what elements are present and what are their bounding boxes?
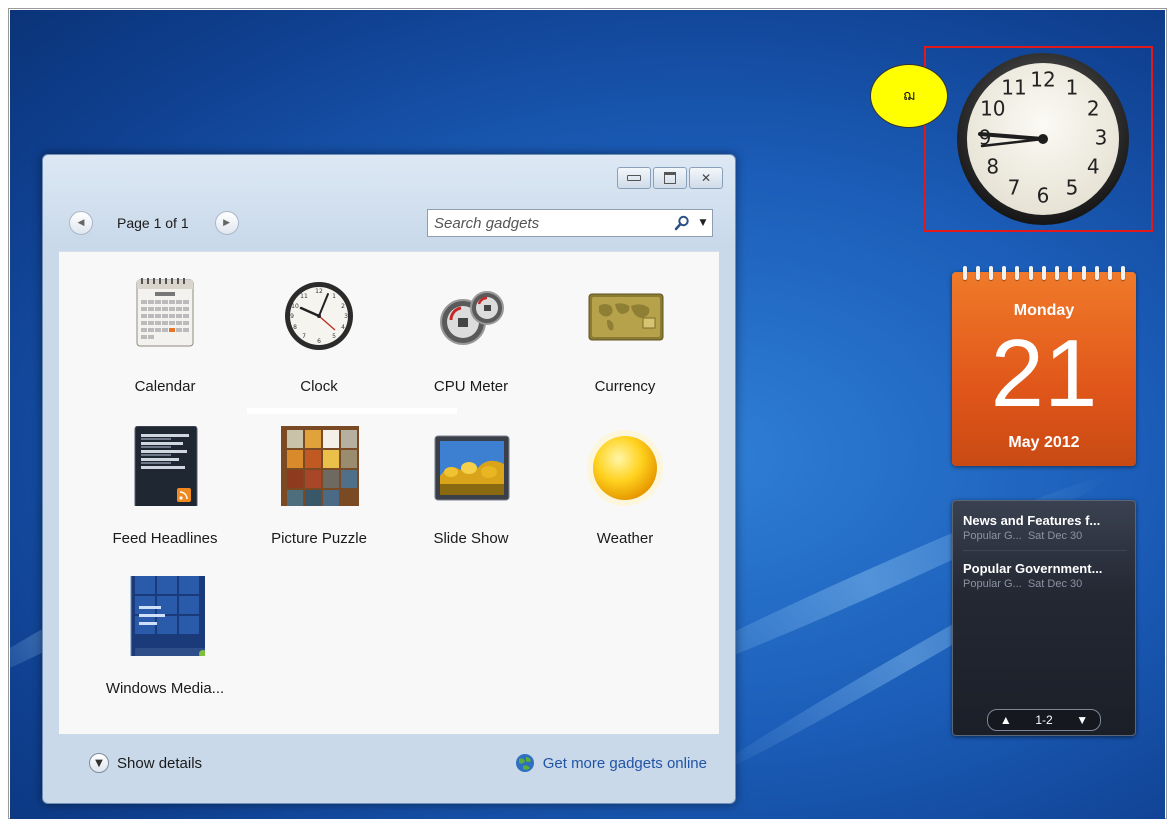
gallery-toolbar: ◀ Page 1 of 1 ▶ ▼ <box>59 203 717 243</box>
svg-text:11: 11 <box>300 293 308 300</box>
svg-text:1: 1 <box>332 293 336 300</box>
gadget-tile-picture-puzzle[interactable]: Picture Puzzle <box>249 424 389 556</box>
svg-text:12: 12 <box>315 288 323 295</box>
weather-icon <box>585 426 665 506</box>
feed-item-meta: Popular G... Sat Dec 30 <box>963 530 1083 542</box>
clock-numeral: 8 <box>986 155 999 179</box>
clock-numeral: 3 <box>1095 126 1108 150</box>
close-icon: ✕ <box>700 171 712 185</box>
minimize-button[interactable] <box>617 167 651 189</box>
gadget-label: CPU Meter <box>433 378 509 395</box>
svg-text:9: 9 <box>290 313 294 320</box>
gadget-tile-feed-headlines[interactable]: Feed Headlines <box>95 425 235 556</box>
gadget-label: Clock <box>300 378 338 395</box>
arrow-left-icon: ◀ <box>77 218 85 228</box>
minimize-icon <box>627 175 641 181</box>
gadget-label: Calendar <box>134 378 196 395</box>
gadget-tile-clock[interactable]: 12 1 2 3 4 5 6 7 8 9 10 11 Clock <box>249 274 389 404</box>
next-page-button[interactable]: ▶ <box>214 211 239 235</box>
maximize-button[interactable] <box>653 167 687 189</box>
gadget-gallery-window: ✕ ◀ Page 1 of 1 ▶ ▼ <box>42 154 736 804</box>
feed-headlines-icon <box>125 425 205 509</box>
gadget-tile-currency[interactable]: Currency <box>555 274 695 404</box>
calendar-date: 21 <box>990 320 1098 427</box>
clock-numeral: 11 <box>1001 75 1026 99</box>
feed-item[interactable]: News and Features f... Popular G... Sat … <box>963 513 1131 542</box>
annotation-marker: ฌ <box>870 64 948 128</box>
clock-numeral: 7 <box>1008 176 1021 200</box>
svg-text:10: 10 <box>291 303 299 310</box>
feed-pager: ▲ 1-2 ▼ <box>987 709 1101 731</box>
feed-item-title: News and Features f... <box>963 513 1101 528</box>
cpu-meter-icon <box>431 274 511 354</box>
gadget-label: Feed Headlines <box>112 530 218 547</box>
close-button[interactable]: ✕ <box>689 167 723 189</box>
search-icon[interactable] <box>670 211 694 235</box>
gadget-label: Picture Puzzle <box>271 530 367 547</box>
show-details-label: Show details <box>117 754 203 772</box>
clock-face: 12 1234567891011 <box>957 53 1129 225</box>
clock-numeral: 2 <box>1087 97 1100 121</box>
get-more-gadgets-label: Get more gadgets online <box>542 754 707 772</box>
clock-numeral: 12 <box>1030 68 1055 92</box>
gadget-label: Slide Show <box>433 530 509 547</box>
gallery-footer: ▼ Show details Get more gadgets online <box>59 735 719 795</box>
slide-show-icon <box>431 426 511 506</box>
clock-gadget[interactable]: 12 1 2 3 4 5 6 7 8 9 10 11 <box>948 50 1138 228</box>
chevron-down-icon: ▼ <box>89 753 109 773</box>
maximize-icon <box>664 172 676 184</box>
clock-numeral: 4 <box>1087 155 1100 179</box>
show-details-button[interactable]: ▼ Show details <box>89 753 202 773</box>
svg-text:4: 4 <box>341 324 345 331</box>
calendar-rings <box>952 266 1136 282</box>
windows-media-icon <box>125 571 222 665</box>
calendar-day: Monday <box>1013 302 1075 319</box>
chevron-down-icon[interactable]: ▼ <box>694 211 712 235</box>
picture-puzzle-icon <box>279 424 365 512</box>
search-box: ▼ <box>427 209 713 237</box>
svg-text:7: 7 <box>302 333 306 340</box>
feed-page-label: 1-2 <box>1035 713 1053 727</box>
get-more-gadgets-link[interactable]: Get more gadgets online <box>515 753 707 773</box>
arrow-right-icon: ▶ <box>223 218 231 228</box>
feed-item-title: Popular Government... <box>963 561 1103 576</box>
clock-numeral: 1 <box>1066 75 1079 99</box>
gadget-tile-cpu-meter[interactable]: CPU Meter <box>401 274 541 404</box>
gadget-tile-windows-media[interactable]: Windows Media... <box>95 571 235 706</box>
svg-text:2: 2 <box>341 303 345 310</box>
drag-highlight <box>247 408 457 414</box>
gadget-label: Weather <box>596 530 654 547</box>
svg-text:6: 6 <box>317 338 321 345</box>
feed-item[interactable]: Popular Government... Popular G... Sat D… <box>963 561 1131 590</box>
window-controls: ✕ <box>617 167 723 189</box>
clock-numeral: 10 <box>980 97 1005 121</box>
svg-text:3: 3 <box>344 313 348 320</box>
calendar-month-year: May 2012 <box>1008 434 1080 451</box>
calendar-gadget[interactable]: Monday 21 May 2012 <box>952 266 1136 466</box>
currency-icon <box>585 274 665 354</box>
clock-icon: 12 1 2 3 4 5 6 7 8 9 10 11 <box>279 274 359 354</box>
gadget-grid: Calendar 12 1 2 3 4 5 6 7 8 9 10 11 Clock <box>59 251 719 734</box>
page-label: Page 1 of 1 <box>117 215 189 231</box>
page-navigator: ◀ Page 1 of 1 ▶ <box>69 209 239 237</box>
svg-text:5: 5 <box>332 333 336 340</box>
clock-numeral: 5 <box>1066 176 1079 200</box>
search-input[interactable] <box>428 210 670 236</box>
calendar-icon <box>125 274 205 354</box>
gadget-label: Currency <box>594 378 656 395</box>
feed-divider <box>963 550 1127 551</box>
feed-item-meta: Popular G... Sat Dec 30 <box>963 578 1083 590</box>
globe-icon <box>515 754 534 772</box>
gadget-label: Windows Media... <box>105 680 225 697</box>
gadget-tile-calendar[interactable]: Calendar <box>95 274 235 404</box>
feed-headlines-gadget: News and Features f... Popular G... Sat … <box>952 500 1136 736</box>
arrow-down-icon[interactable]: ▼ <box>1076 713 1088 727</box>
gadget-tile-slide-show[interactable]: Slide Show <box>401 426 541 556</box>
svg-text:8: 8 <box>293 324 297 331</box>
previous-page-button[interactable]: ◀ <box>69 211 93 235</box>
clock-numeral: 6 <box>1037 184 1050 208</box>
arrow-up-icon[interactable]: ▲ <box>1000 713 1012 727</box>
gadget-tile-weather[interactable]: Weather <box>555 426 695 556</box>
